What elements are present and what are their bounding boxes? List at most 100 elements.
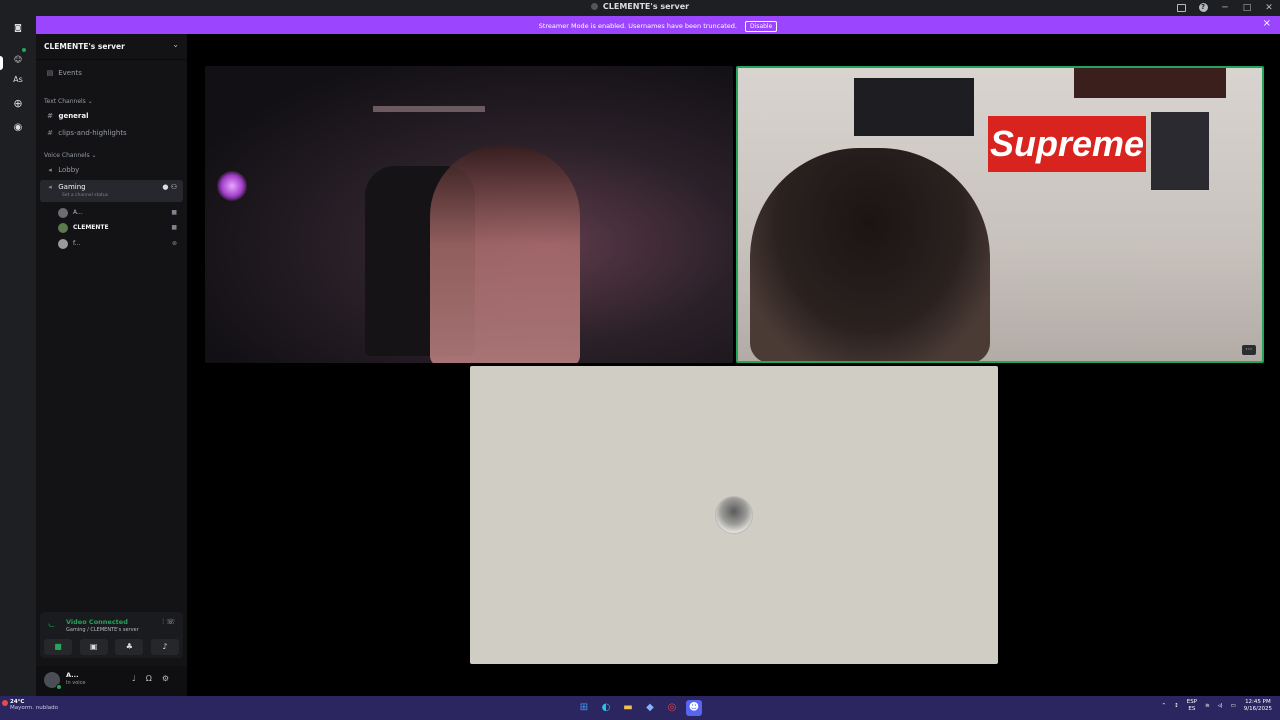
server-initials: As bbox=[13, 75, 23, 84]
streamer-mode-banner: Streamer Mode is enabled. Usernames have… bbox=[36, 16, 1280, 34]
mic-icon[interactable]: ♩ bbox=[132, 674, 146, 683]
soundboard-button[interactable]: ♪ bbox=[150, 639, 179, 655]
wifi-icon[interactable]: ≋ bbox=[1205, 703, 1210, 709]
activities-button[interactable]: ♣ bbox=[115, 639, 144, 655]
window-title-wrap: CLEMENTE's server bbox=[0, 2, 1280, 11]
text-category-label: Text Channels bbox=[44, 98, 86, 105]
discord-taskbar-icon[interactable]: ☻ bbox=[686, 700, 702, 716]
file-explorer-icon[interactable]: ▬ bbox=[620, 700, 636, 716]
member-name: CLEMENTE bbox=[73, 224, 109, 231]
speaker-icon: ◂ bbox=[48, 166, 52, 174]
channel-clips-and-highlights[interactable]: # clips-and-highlights bbox=[40, 126, 183, 140]
add-server-icon[interactable]: ⊕ bbox=[6, 92, 30, 116]
channel-clips-label: clips-and-highlights bbox=[58, 129, 127, 137]
voice-channel-gaming[interactable]: ◂ Gaming ● ⚇ Set a channel status bbox=[40, 180, 183, 202]
pinned-apps: ⊞ ◐ ▬ ◆ ◎ ☻ bbox=[576, 700, 702, 716]
video-icon: ■ bbox=[171, 224, 177, 231]
voice-status[interactable]: Video Connected bbox=[66, 618, 128, 626]
weather-icon bbox=[2, 700, 8, 706]
system-tray: ⌃ ↕ ESP ES ≋ ◃) ▭ 12:45 PM 9/16/2025 bbox=[1162, 699, 1272, 713]
app-icon[interactable]: ◆ bbox=[642, 700, 658, 716]
usb-icon[interactable]: ↕ bbox=[1174, 703, 1179, 709]
voice-action-buttons: ■ ▣ ♣ ♪ bbox=[40, 639, 183, 657]
xbox-icon: ⊗ bbox=[171, 240, 177, 247]
username[interactable]: A... bbox=[66, 671, 79, 679]
speaker-icon: ◂ bbox=[48, 183, 52, 191]
discover-icon[interactable]: ◉ bbox=[6, 116, 30, 140]
clock-time: 12:45 PM bbox=[1245, 699, 1271, 705]
voice-channels-category[interactable]: Voice Channels ⌄ bbox=[44, 152, 97, 159]
participant-video bbox=[430, 146, 580, 363]
voice-location[interactable]: Gaming / CLEMENTE's server bbox=[66, 627, 139, 633]
chevron-down-icon: ⌄ bbox=[172, 40, 179, 49]
tray-overflow-icon[interactable]: ⌃ bbox=[1162, 703, 1167, 709]
discord-app: CLEMENTE's server ? ─ □ ✕ ◙ ☺ As ⊕ ◉ Str… bbox=[0, 0, 1280, 696]
user-panel: A... In voice ♩Ω⚙ bbox=[36, 666, 187, 696]
weather-desc: Mayorm. nublado bbox=[10, 705, 58, 711]
user-controls: ♩Ω⚙ bbox=[132, 674, 179, 683]
windows-start-icon[interactable]: ⊞ bbox=[576, 700, 592, 716]
title-bar: CLEMENTE's server ? ─ □ ✕ bbox=[0, 0, 1280, 16]
discord-home-icon[interactable]: ◙ bbox=[6, 16, 30, 40]
calendar-icon: ▤ bbox=[46, 69, 54, 77]
close-window-button[interactable]: ✕ bbox=[1258, 0, 1280, 16]
voice-stage: Supreme ⋯ bbox=[187, 34, 1280, 696]
participant-avatar bbox=[715, 496, 753, 534]
active-indicator bbox=[0, 56, 3, 70]
banner-content: Streamer Mode is enabled. Usernames have… bbox=[36, 21, 1280, 32]
events-label: Events bbox=[58, 69, 82, 77]
headphones-icon[interactable]: Ω bbox=[146, 674, 162, 683]
server-as-icon[interactable]: As bbox=[6, 68, 30, 92]
screen-share-button[interactable]: ▣ bbox=[79, 639, 108, 655]
server-name: CLEMENTE's server bbox=[44, 42, 125, 51]
channel-chat-invite-icons[interactable]: ● ⚇ bbox=[162, 180, 177, 194]
video-tile-clemente-speaking[interactable]: Supreme ⋯ bbox=[736, 66, 1264, 363]
voice-member[interactable]: A... ■ bbox=[58, 206, 183, 220]
chrome-icon[interactable]: ◎ bbox=[664, 700, 680, 716]
minimize-button[interactable]: ─ bbox=[1214, 0, 1236, 16]
inbox-icon[interactable] bbox=[1170, 0, 1192, 16]
neon-light bbox=[217, 171, 247, 201]
battery-icon[interactable]: ▭ bbox=[1231, 703, 1236, 709]
video-tile-camera-off[interactable] bbox=[470, 366, 998, 664]
channel-status-placeholder[interactable]: Set a channel status bbox=[62, 193, 108, 199]
help-icon[interactable]: ? bbox=[1192, 0, 1214, 16]
volume-icon[interactable]: ◃) bbox=[1218, 703, 1223, 709]
voice-member[interactable]: CLEMENTE ■ bbox=[58, 221, 183, 235]
close-banner-icon[interactable]: × bbox=[1263, 18, 1271, 29]
os-taskbar: 24°C Mayorm. nublado ⊞ ◐ ▬ ◆ ◎ ☻ ⌃ ↕ ESP… bbox=[0, 696, 1280, 720]
voice-channel-lobby[interactable]: ◂ Lobby bbox=[40, 163, 183, 177]
wall-poster bbox=[1151, 112, 1209, 190]
edge-browser-icon[interactable]: ◐ bbox=[598, 700, 614, 716]
weather-widget[interactable]: 24°C Mayorm. nublado bbox=[10, 699, 58, 711]
server-icon bbox=[590, 3, 598, 10]
voice-member[interactable]: f... ⊗ bbox=[58, 237, 183, 251]
clock[interactable]: 12:45 PM 9/16/2025 bbox=[1244, 699, 1272, 713]
noise-disconnect-icons[interactable]: ⫶ ☏ bbox=[162, 618, 175, 627]
more-options-icon[interactable]: ⋯ bbox=[1242, 345, 1256, 355]
channel-general-label: general bbox=[58, 112, 89, 120]
language-indicator[interactable]: ESP ES bbox=[1187, 699, 1197, 713]
events-item[interactable]: ▤ Events bbox=[40, 66, 183, 80]
server-header[interactable]: CLEMENTE's server ⌄ bbox=[36, 34, 187, 60]
clock-date: 9/16/2025 bbox=[1243, 706, 1272, 712]
wall-poster bbox=[1074, 68, 1226, 98]
voice-activity-dot bbox=[21, 47, 27, 53]
signal-icon[interactable]: ⦦ bbox=[48, 620, 55, 630]
camera-button[interactable]: ■ bbox=[44, 639, 72, 655]
channel-general[interactable]: # general bbox=[40, 109, 183, 123]
text-channels-category[interactable]: Text Channels ⌄ bbox=[44, 98, 93, 105]
avatar bbox=[58, 208, 68, 218]
video-tile-participant-1[interactable] bbox=[205, 66, 733, 363]
settings-gear-icon[interactable]: ⚙ bbox=[162, 674, 179, 683]
lang-bottom: ES bbox=[1188, 706, 1196, 712]
window-title: CLEMENTE's server bbox=[602, 2, 690, 11]
channel-sidebar: CLEMENTE's server ⌄ ▤ Events Text Channe… bbox=[36, 34, 187, 696]
disable-button[interactable]: Disable bbox=[745, 21, 778, 32]
voice-category-label: Voice Channels bbox=[44, 152, 90, 159]
member-name: A... bbox=[73, 209, 83, 216]
voice-lobby-label: Lobby bbox=[58, 166, 80, 174]
online-status-dot bbox=[56, 684, 62, 690]
maximize-button[interactable]: □ bbox=[1236, 0, 1258, 16]
participant-video bbox=[750, 148, 990, 361]
